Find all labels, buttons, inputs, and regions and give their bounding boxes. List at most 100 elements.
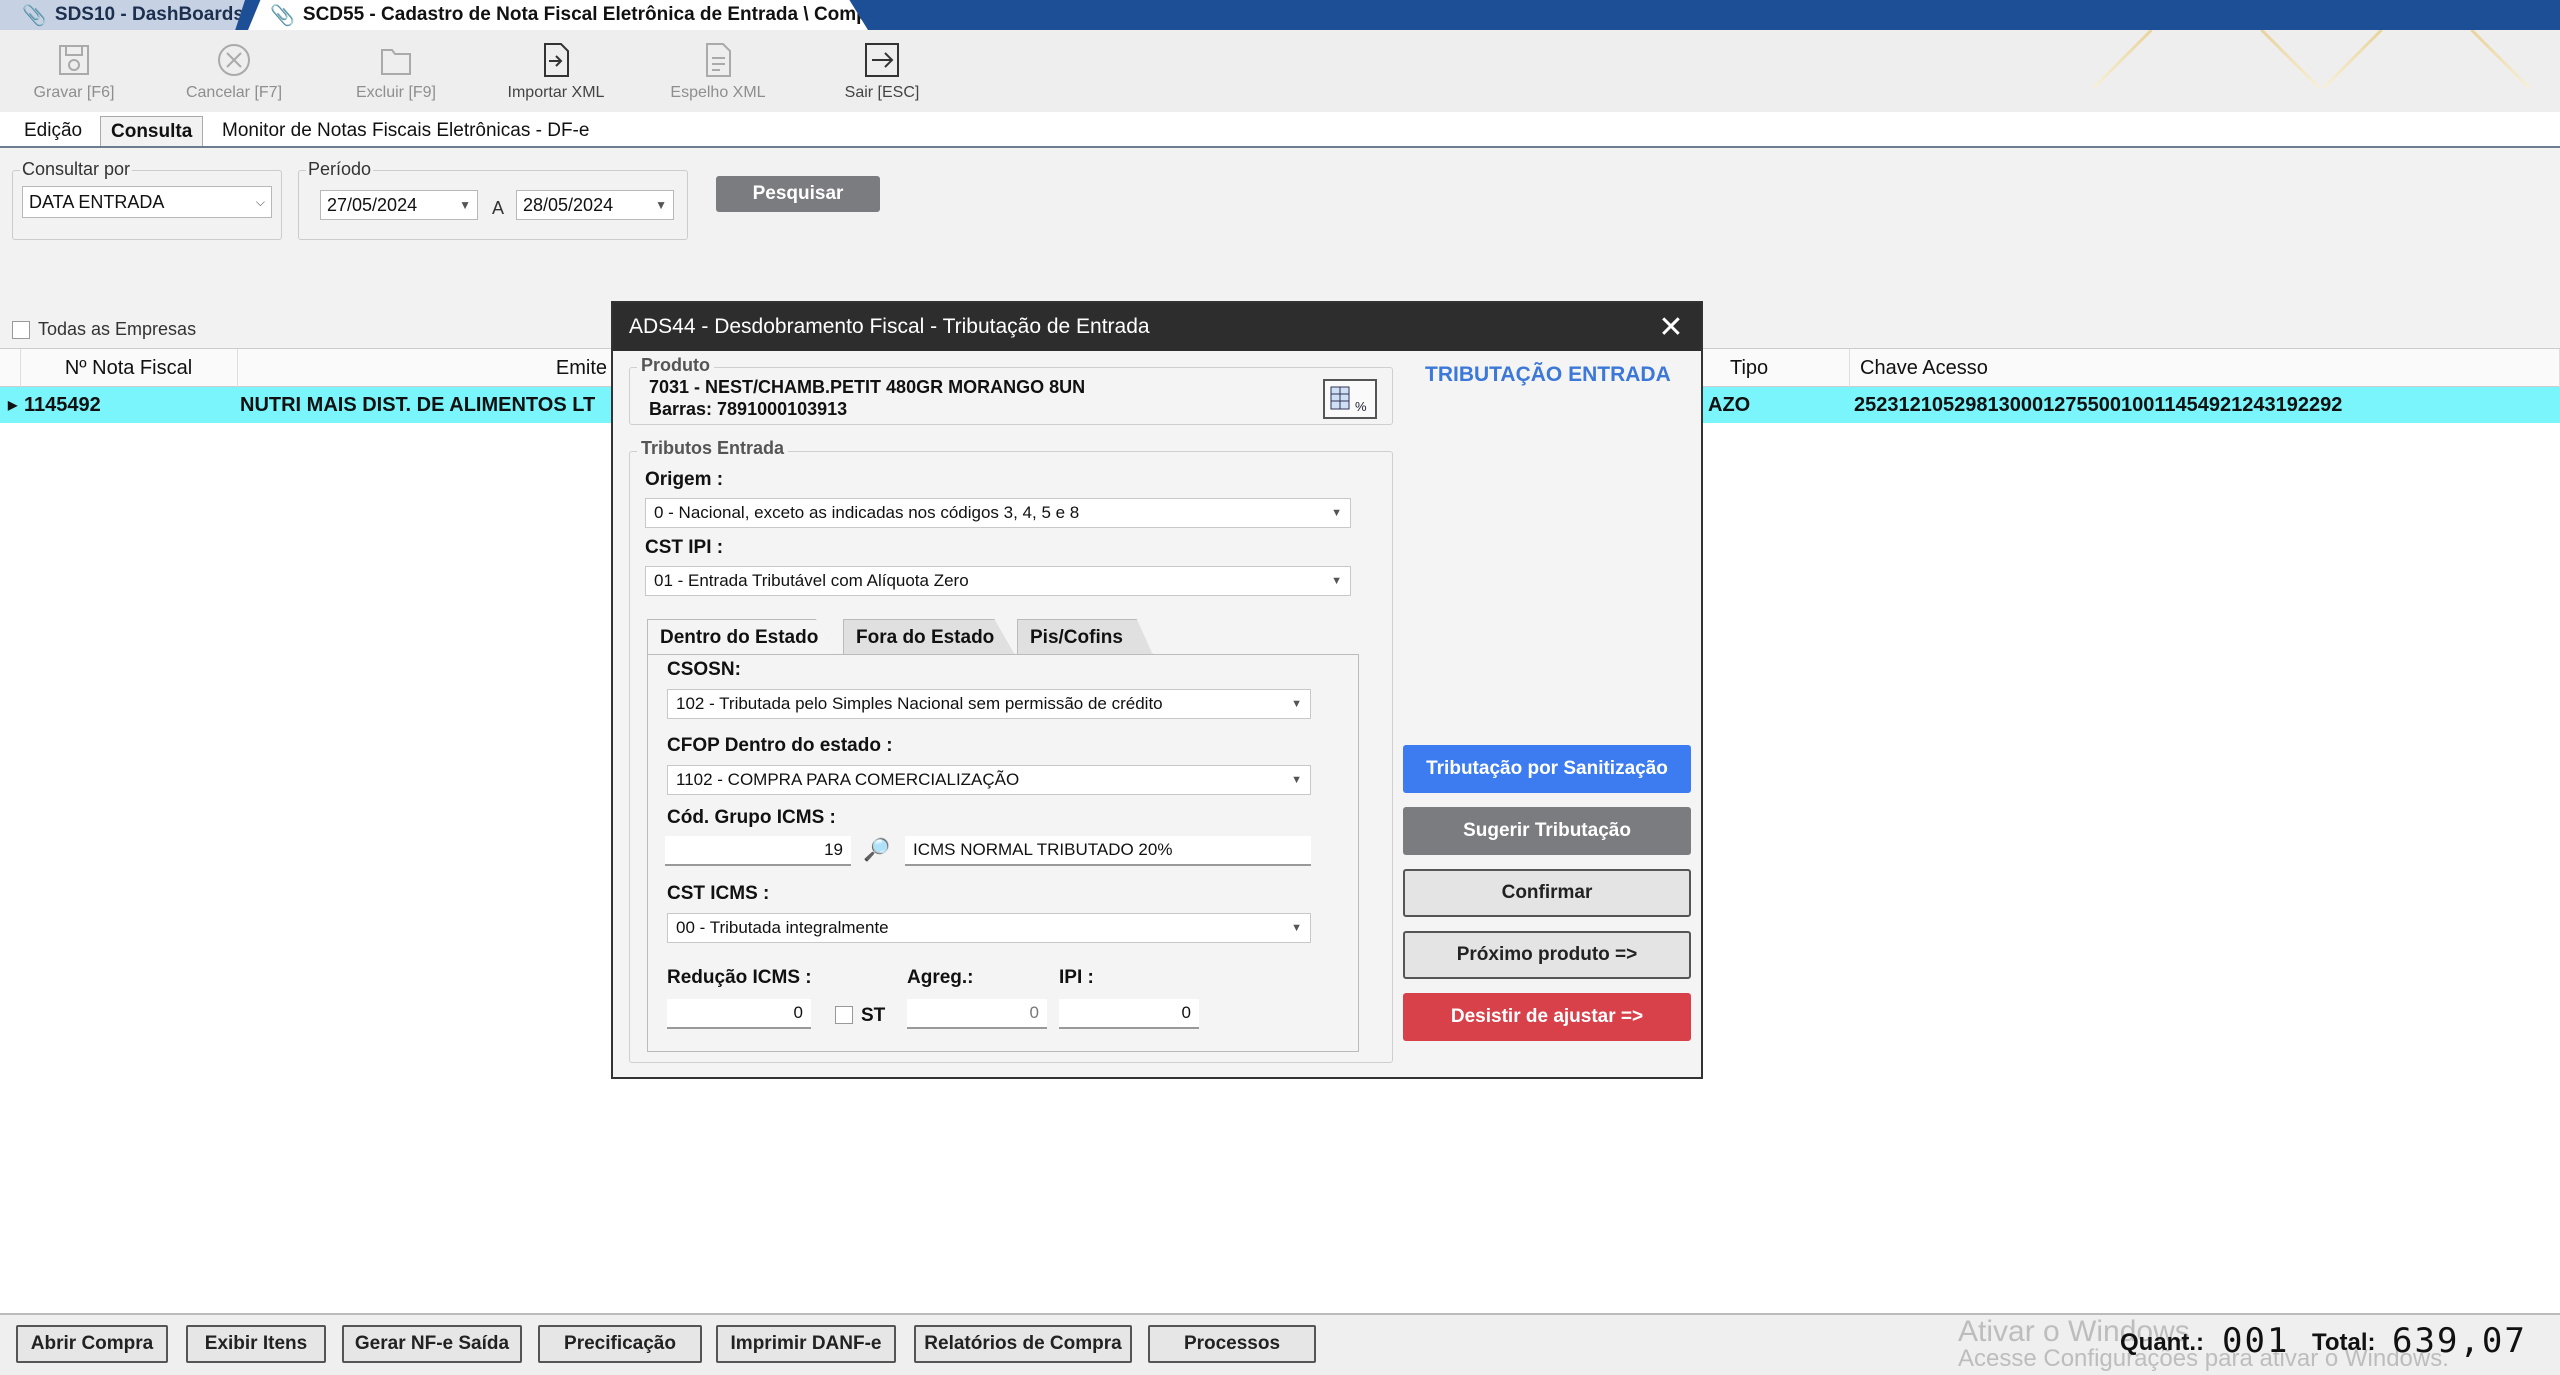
precificacao-button[interactable]: Precificação — [538, 1325, 702, 1363]
tab-consulta[interactable]: Consulta — [100, 116, 204, 146]
date-separator: A — [490, 198, 507, 219]
view-tabs: Edição Consulta Monitor de Notas Fiscais… — [0, 112, 2560, 148]
cst-ipi-select[interactable]: 01 - Entrada Tributável com Alíquota Zer… — [645, 566, 1351, 596]
decoration-line — [2322, 30, 2383, 90]
tributacao-sanitizacao-button[interactable]: Tributação por Sanitização — [1403, 745, 1691, 793]
reducao-icms-label: Redução ICMS : — [667, 967, 812, 988]
tributacao-heading: TRIBUTAÇÃO ENTRADA — [1425, 363, 1671, 386]
tab-cadastro-label: SCD55 - Cadastro de Nota Fiscal Eletrôni… — [302, 4, 897, 25]
chevron-down-icon: ▼ — [1291, 698, 1302, 710]
total-label: Total: — [2312, 1329, 2376, 1356]
xml-mirror-button[interactable]: Espelho XML — [648, 40, 788, 110]
svg-text:%: % — [1355, 399, 1367, 414]
save-icon — [59, 45, 89, 75]
bottom-action-bar: Abrir Compra Exibir Itens Gerar NF-e Saí… — [0, 1313, 2560, 1375]
decoration-line — [2470, 30, 2531, 90]
periodo-label: Período — [306, 159, 374, 180]
percent-table-icon: % — [1330, 386, 1367, 414]
confirmar-button[interactable]: Confirmar — [1403, 869, 1691, 917]
cancel-button[interactable]: Cancelar [F7] — [164, 40, 304, 110]
toolbar: Gravar [F6] Cancelar [F7] Excluir [F9] I… — [0, 30, 2560, 112]
origem-select[interactable]: 0 - Nacional, exceto as indicadas nos có… — [645, 498, 1351, 528]
processos-button[interactable]: Processos — [1148, 1325, 1316, 1363]
cell-chave: 2523121052981300012755001001145492124319… — [1854, 394, 2343, 416]
chevron-down-icon: ▼ — [1331, 507, 1342, 519]
origem-label: Origem : — [645, 469, 724, 490]
dialog-title: ADS44 - Desdobramento Fiscal - Tributaçã… — [629, 315, 1150, 338]
tab-dashboards-label: SDS10 - DashBoards — [54, 4, 244, 25]
cell-tipo: AZO — [1708, 394, 1751, 416]
csosn-select[interactable]: 102 - Tributada pelo Simples Nacional se… — [667, 689, 1311, 719]
all-companies-checkbox[interactable] — [12, 321, 30, 339]
chevron-down-icon: ▼ — [1291, 922, 1302, 934]
delete-button[interactable]: Excluir [F9] — [326, 40, 466, 110]
paperclip-icon: 📎 — [22, 4, 47, 27]
cell-nota: 1145492 — [24, 394, 101, 416]
save-button[interactable]: Gravar [F6] — [4, 40, 144, 110]
proximo-produto-button[interactable]: Próximo produto => — [1403, 931, 1691, 979]
relatorios-compra-button[interactable]: Relatórios de Compra — [914, 1325, 1132, 1363]
st-checkbox[interactable] — [835, 1006, 853, 1024]
imprimir-danfe-button[interactable]: Imprimir DANF-e — [716, 1325, 896, 1363]
grupo-icms-label: Cód. Grupo ICMS : — [667, 807, 836, 828]
date-from-picker[interactable]: 27/05/2024 ▼ — [320, 190, 478, 220]
total-value: 639,07 — [2392, 1321, 2527, 1361]
exibir-itens-button[interactable]: Exibir Itens — [186, 1325, 326, 1363]
produto-barcode: Barras: 7891000103913 — [649, 399, 848, 419]
tributacao-dialog: ADS44 - Desdobramento Fiscal - Tributaçã… — [611, 301, 1703, 1079]
desistir-ajustar-button[interactable]: Desistir de ajustar => — [1403, 993, 1691, 1041]
col-header-nota[interactable]: Nº Nota Fiscal — [20, 349, 238, 387]
quant-label: Quant.: — [2120, 1329, 2204, 1356]
col-header-chave[interactable]: Chave Acesso — [1850, 349, 2560, 387]
cst-icms-select[interactable]: 00 - Tributada integralmente ▼ — [667, 913, 1311, 943]
consultar-label: Consultar por — [20, 159, 133, 180]
agreg-label: Agreg.: — [907, 967, 974, 988]
st-label: ST — [861, 1005, 886, 1026]
agreg-field[interactable]: 0 — [907, 999, 1047, 1029]
chevron-down-icon: ▼ — [1331, 575, 1342, 587]
tributos-title: Tributos Entrada — [637, 438, 789, 459]
abrir-compra-button[interactable]: Abrir Compra — [16, 1325, 168, 1363]
produto-description: 7031 - NEST/CHAMB.PETIT 480GR MORANGO 8U… — [649, 377, 1086, 397]
xml-mirror-icon — [706, 43, 731, 77]
csosn-label: CSOSN: — [667, 659, 741, 680]
sugerir-tributacao-button[interactable]: Sugerir Tributação — [1403, 807, 1691, 855]
quant-value: 001 — [2222, 1321, 2290, 1361]
tab-dashboards[interactable]: 📎 SDS10 - DashBoards — [0, 0, 245, 30]
search-icon[interactable]: 🔎 — [863, 837, 890, 863]
dialog-title-bar: ADS44 - Desdobramento Fiscal - Tributaçã… — [613, 303, 1701, 351]
all-companies-label: Todas as Empresas — [36, 319, 199, 340]
cancel-icon — [218, 44, 250, 76]
paperclip-icon: 📎 — [270, 4, 295, 27]
search-button[interactable]: Pesquisar — [716, 176, 880, 212]
col-header-emitente[interactable]: Emite — [238, 349, 618, 387]
chevron-down-icon: ▼ — [1291, 774, 1302, 786]
reducao-icms-field[interactable]: 0 — [667, 999, 811, 1029]
grupo-icms-code-field[interactable]: 19 — [665, 836, 851, 866]
decoration-line — [2260, 30, 2321, 90]
grupo-icms-description: ICMS NORMAL TRIBUTADO 20% — [905, 836, 1311, 866]
import-xml-button[interactable]: Importar XML — [486, 40, 626, 110]
tab-edicao[interactable]: Edição — [14, 116, 92, 146]
cst-icms-label: CST ICMS : — [667, 883, 770, 904]
exit-button[interactable]: Sair [ESC] — [812, 40, 952, 110]
cst-ipi-label: CST IPI : — [645, 537, 724, 558]
tab-monitor-dfe[interactable]: Monitor de Notas Fiscais Eletrônicas - D… — [212, 116, 599, 146]
chevron-down-icon: ⌵ — [255, 194, 265, 209]
tab-pis-cofins[interactable]: Pis/Cofins — [1017, 619, 1153, 655]
tab-dentro-do-estado-active[interactable]: Dentro do Estado — [647, 619, 839, 655]
consultar-select[interactable]: DATA ENTRADA ⌵ — [22, 186, 272, 218]
close-icon[interactable]: ✕ — [1653, 309, 1689, 345]
gerar-nfe-saida-button[interactable]: Gerar NF-e Saída — [342, 1325, 522, 1363]
ipi-label: IPI : — [1059, 967, 1094, 988]
product-tax-icon-button[interactable]: % — [1323, 379, 1377, 419]
chevron-down-icon: ▼ — [459, 198, 471, 212]
date-to-picker[interactable]: 28/05/2024 ▼ — [516, 190, 674, 220]
tab-fora-do-estado[interactable]: Fora do Estado — [843, 619, 1015, 655]
ipi-field[interactable]: 0 — [1059, 999, 1199, 1029]
col-header-tipo[interactable]: Tipo — [1700, 349, 1850, 387]
tab-cadastro-nota-fiscal[interactable]: 📎 SCD55 - Cadastro de Nota Fiscal Eletrô… — [248, 0, 868, 30]
cfop-select[interactable]: 1102 - COMPRA PARA COMERCIALIZAÇÃO ▼ — [667, 765, 1311, 795]
chevron-down-icon: ▼ — [655, 198, 667, 212]
import-xml-icon — [544, 43, 569, 77]
